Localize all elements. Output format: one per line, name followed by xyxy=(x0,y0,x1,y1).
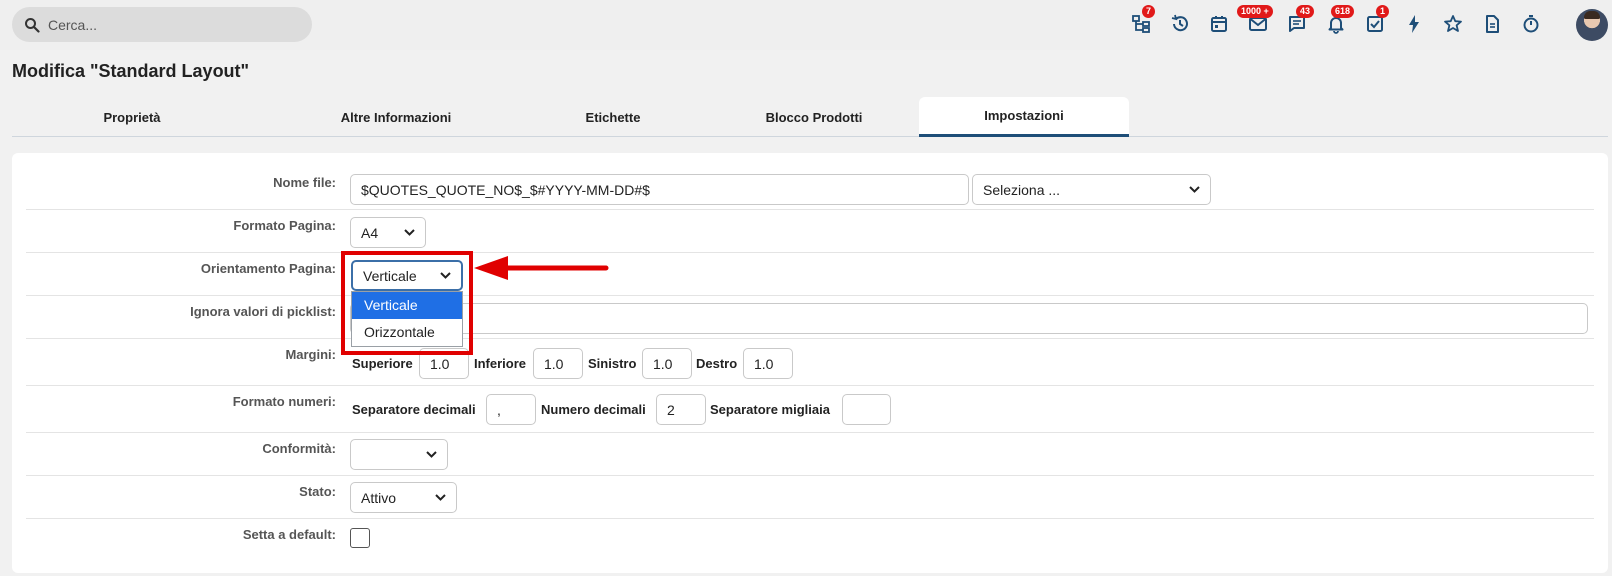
lightning-icon[interactable] xyxy=(1403,13,1425,35)
tab-altre-informazioni[interactable]: Altre Informazioni xyxy=(276,97,516,137)
row-formato-pagina: Formato Pagina: xyxy=(26,210,1594,253)
margini-label: Margini: xyxy=(285,347,336,362)
margine-sinistro-input[interactable]: 1.0 xyxy=(642,348,692,379)
destro-value: 1.0 xyxy=(754,355,774,372)
mail-icon[interactable]: 1000 + xyxy=(1237,5,1273,35)
search-input[interactable] xyxy=(48,16,288,33)
superiore-label: Superiore xyxy=(352,356,413,371)
separatore-decimali-input[interactable]: , xyxy=(486,394,536,425)
num-decimali-value: 2 xyxy=(667,401,675,418)
ignora-label: Ignora valori di picklist: xyxy=(190,304,336,319)
nome-file-input[interactable]: $QUOTES_QUOTE_NO$_$#YYYY-MM-DD#$ xyxy=(350,174,969,205)
destro-label: Destro xyxy=(696,356,738,371)
hierarchy-icon[interactable]: 7 xyxy=(1130,5,1156,35)
page-title: Modifica "Standard Layout" xyxy=(12,61,250,81)
chevron-down-icon xyxy=(404,229,415,236)
stato-label: Stato: xyxy=(299,484,336,499)
notification-badge: 1 xyxy=(1376,5,1390,18)
sinistro-label: Sinistro xyxy=(588,356,637,371)
row-stato: Stato: xyxy=(26,476,1594,519)
chevron-down-icon xyxy=(435,494,446,501)
annotation-arrow-icon xyxy=(474,256,609,280)
row-conformita: Conformità: xyxy=(26,433,1594,476)
stopwatch-icon[interactable] xyxy=(1520,13,1542,35)
stato-select[interactable]: Attivo xyxy=(350,482,457,513)
orientamento-label: Orientamento Pagina: xyxy=(200,261,336,276)
row-margini: Margini: xyxy=(26,339,1594,386)
numero-decimali-input[interactable]: 2 xyxy=(656,394,706,425)
document-icon[interactable] xyxy=(1481,13,1503,35)
row-orientamento: Orientamento Pagina: xyxy=(26,253,1594,296)
history-icon[interactable] xyxy=(1169,13,1191,35)
task-check-icon[interactable]: 1 xyxy=(1364,5,1390,35)
search-box[interactable] xyxy=(12,7,312,42)
chevron-down-icon xyxy=(426,451,437,458)
sep-decimali-value: , xyxy=(497,401,501,418)
calendar-icon[interactable] xyxy=(1208,13,1230,35)
nome-file-label: Nome file: xyxy=(273,175,336,190)
nome-file-select-value: Seleziona ... xyxy=(983,181,1061,198)
inferiore-label: Inferiore xyxy=(474,356,527,371)
search-icon xyxy=(25,17,40,33)
default-checkbox[interactable] xyxy=(350,528,370,548)
annotation-highlight-box xyxy=(341,251,473,355)
avatar[interactable] xyxy=(1576,9,1608,41)
conformita-select[interactable] xyxy=(350,439,448,470)
top-bar: 7 1000 + 43 618 1 xyxy=(0,0,1612,50)
notification-badge: 43 xyxy=(1296,5,1315,18)
nome-file-value: $QUOTES_QUOTE_NO$_$#YYYY-MM-DD#$ xyxy=(361,181,650,198)
num-decimali-label: Numero decimali xyxy=(541,402,646,417)
sinistro-value: 1.0 xyxy=(653,355,673,372)
inferiore-value: 1.0 xyxy=(544,355,564,372)
superiore-value: 1.0 xyxy=(430,355,450,372)
formato-pagina-select[interactable]: A4 xyxy=(350,217,426,248)
bell-icon[interactable]: 618 xyxy=(1325,5,1355,35)
row-default: Setta a default: xyxy=(26,519,1594,573)
stato-value: Attivo xyxy=(361,489,397,506)
tab-impostazioni[interactable]: Impostazioni xyxy=(919,97,1129,137)
chat-icon[interactable]: 43 xyxy=(1286,5,1315,35)
formato-numeri-label: Formato numeri: xyxy=(232,394,336,409)
nome-file-select[interactable]: Seleziona ... xyxy=(972,174,1211,205)
sep-decimali-label: Separatore decimali xyxy=(352,402,476,417)
tab-proprieta[interactable]: Proprietà xyxy=(12,97,252,137)
formato-pagina-label: Formato Pagina: xyxy=(233,218,336,233)
margine-destro-input[interactable]: 1.0 xyxy=(743,348,793,379)
star-icon[interactable] xyxy=(1442,13,1464,35)
notification-badge: 1000 + xyxy=(1237,5,1273,18)
tab-blocco-prodotti[interactable]: Blocco Prodotti xyxy=(704,97,924,137)
tab-bar: Proprietà Altre Informazioni Etichette B… xyxy=(12,97,1608,137)
margine-inferiore-input[interactable]: 1.0 xyxy=(533,348,583,379)
tab-etichette[interactable]: Etichette xyxy=(503,97,723,137)
separatore-migliaia-input[interactable] xyxy=(842,394,891,425)
chevron-down-icon xyxy=(1189,186,1200,193)
sep-migliaia-label: Separatore migliaia xyxy=(710,402,830,417)
settings-form: Nome file: Formato Pagina: Orientamento … xyxy=(12,153,1608,573)
default-label: Setta a default: xyxy=(242,527,336,542)
notification-badge: 7 xyxy=(1142,5,1156,18)
formato-pagina-value: A4 xyxy=(361,224,379,241)
ignora-picklist-input[interactable] xyxy=(350,303,1588,334)
conformita-label: Conformità: xyxy=(262,441,336,456)
notification-badge: 618 xyxy=(1331,5,1355,18)
